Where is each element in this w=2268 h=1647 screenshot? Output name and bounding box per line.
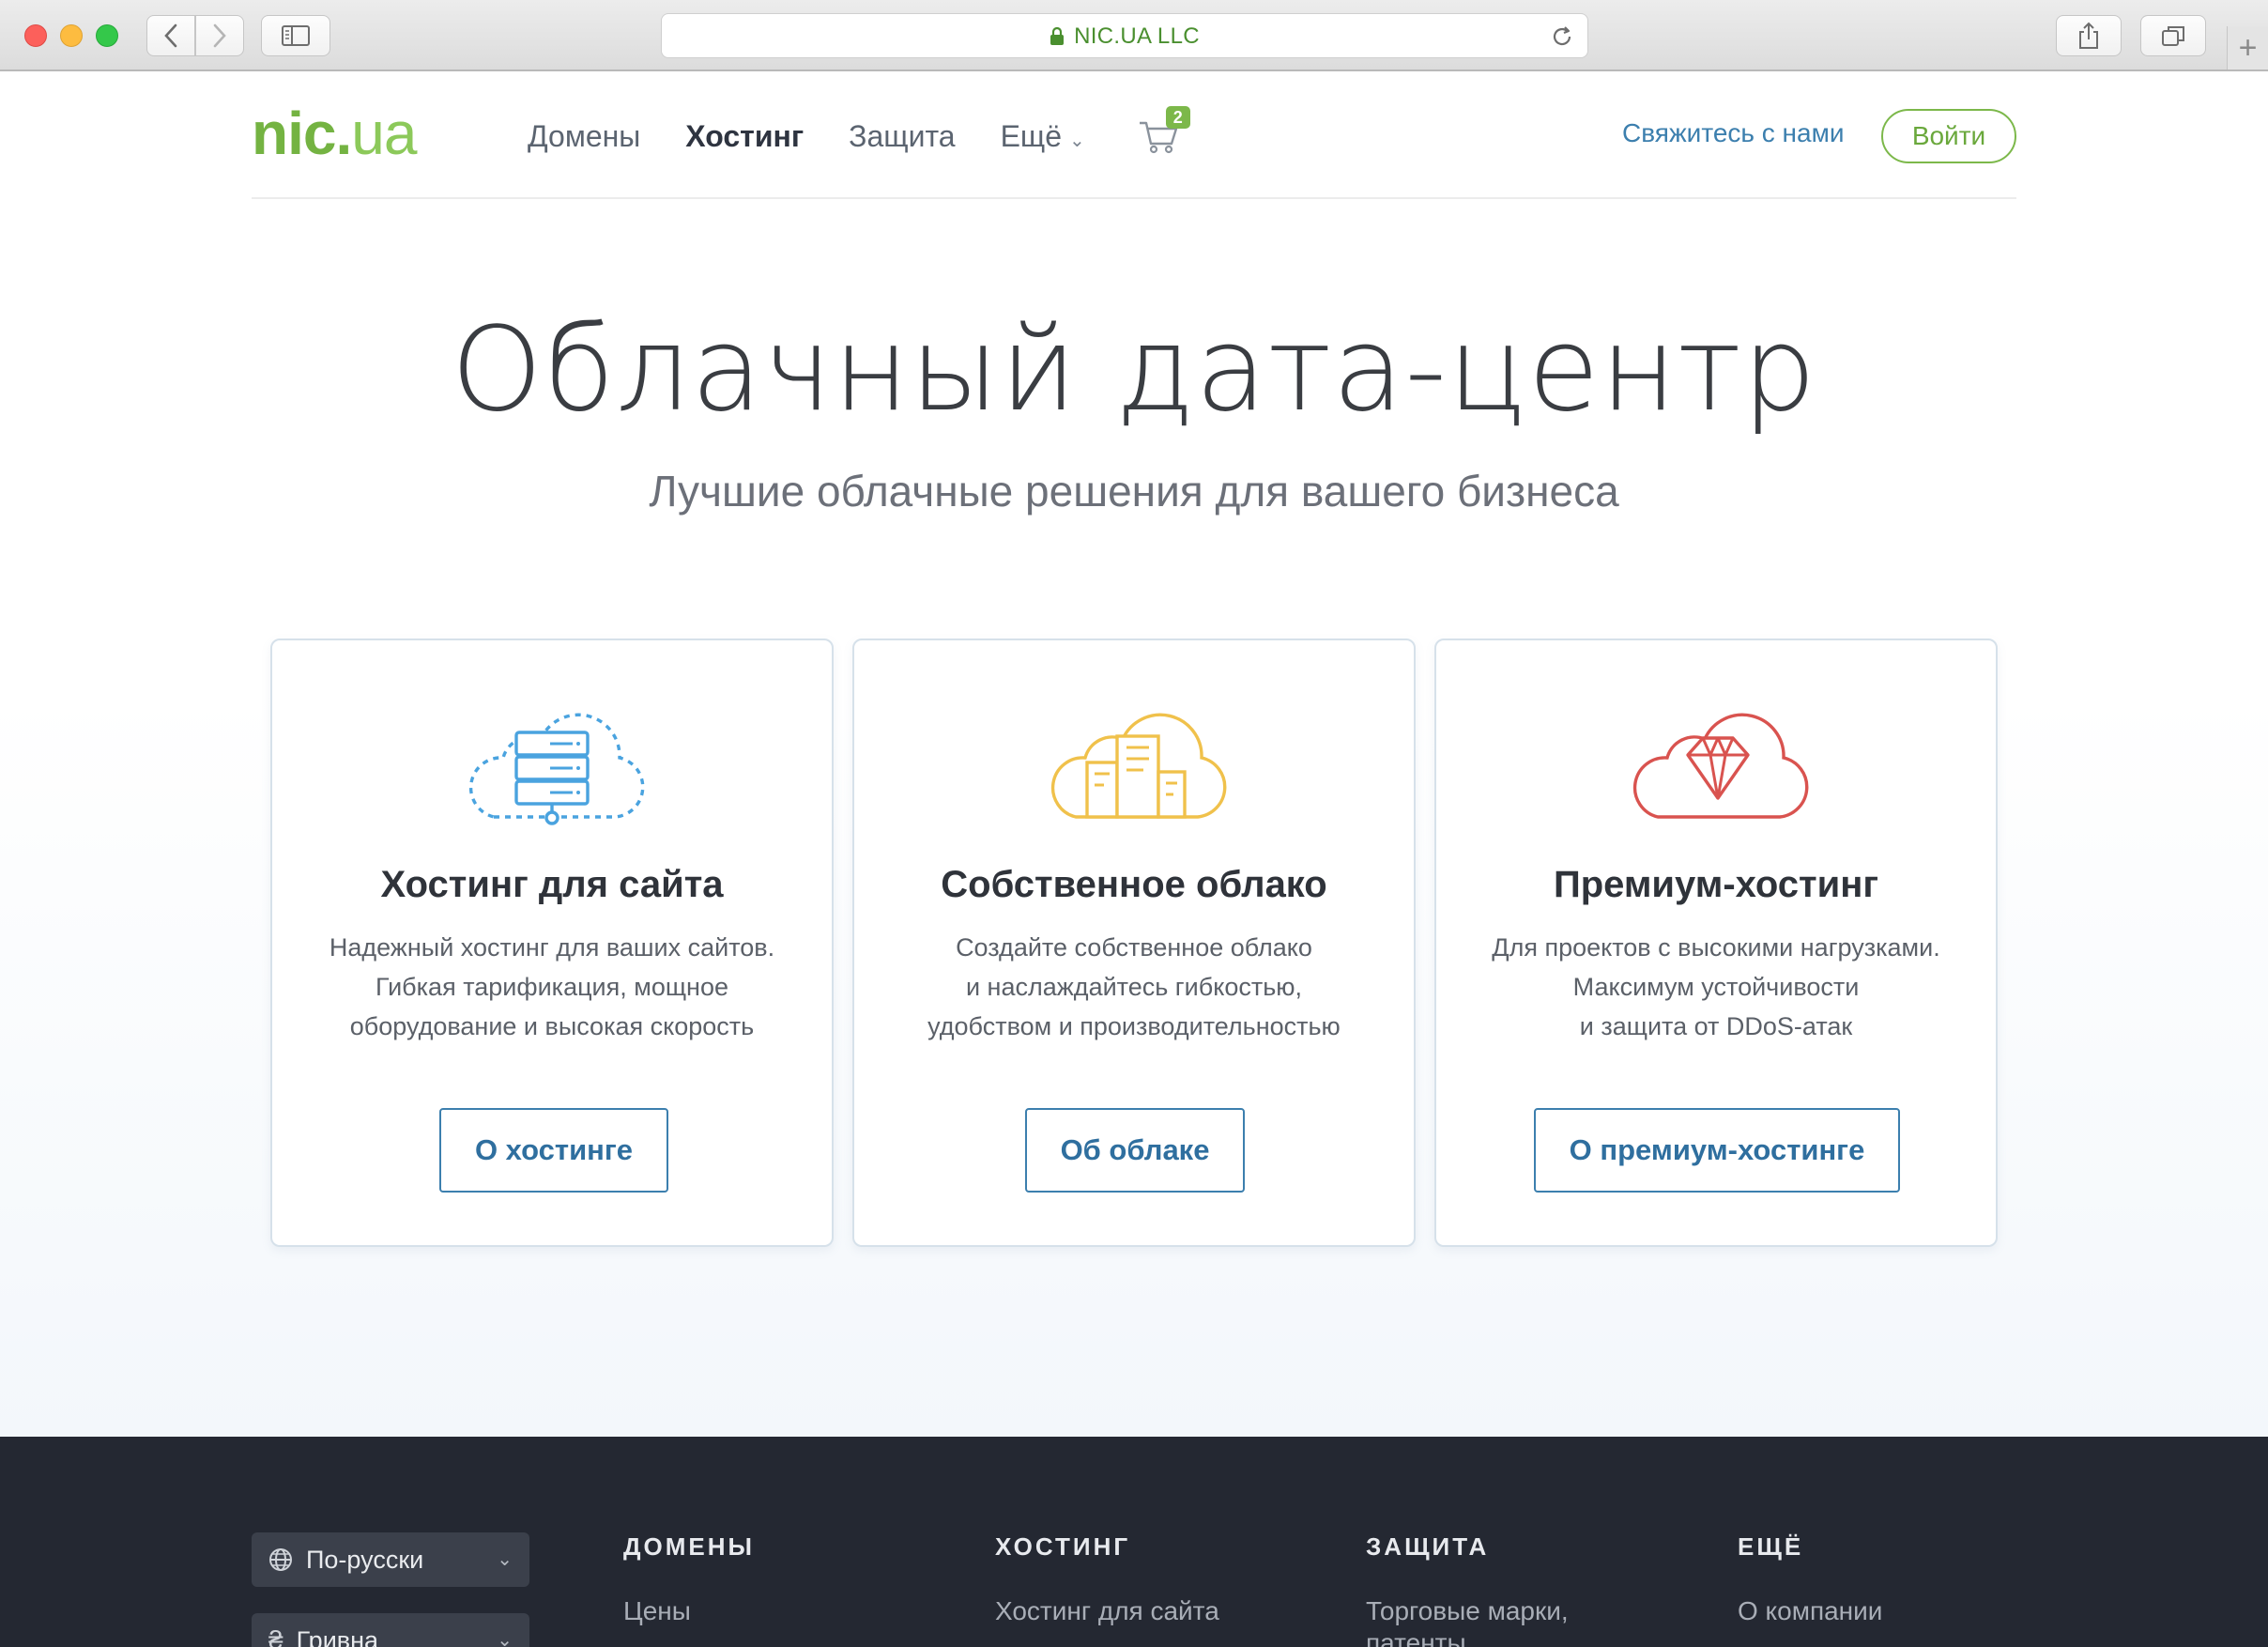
nav-more-label: Ещё: [1000, 118, 1063, 153]
logo-tld: ua: [351, 100, 417, 167]
about-premium-hosting-button[interactable]: О премиум-хостинге: [1534, 1108, 1900, 1193]
card-desc-line: удобством и производительностью: [927, 1012, 1341, 1040]
back-button[interactable]: [146, 15, 195, 56]
globe-icon: [268, 1547, 293, 1572]
hosting-card: Хостинг для сайта Надежный хостинг для в…: [270, 639, 834, 1247]
cloud-diamond-icon: [1632, 713, 1809, 819]
card-desc-line: Максимум устойчивости: [1572, 973, 1860, 1001]
about-hosting-button[interactable]: О хостинге: [439, 1108, 668, 1193]
card-description: Создайте собственное облако и наслаждайт…: [873, 928, 1395, 1046]
card-desc-line: Создайте собственное облако: [956, 933, 1312, 962]
footer-link[interactable]: О компании: [1738, 1595, 1882, 1627]
card-desc-line: Для проектов с высокими нагрузками.: [1492, 933, 1940, 962]
footer-link[interactable]: Цены: [623, 1595, 755, 1627]
chevron-right-icon: [213, 23, 226, 48]
chevron-down-icon: ⌄: [1069, 130, 1085, 151]
cloud-server-icon: [468, 713, 645, 825]
cart-button[interactable]: 2: [1138, 106, 1190, 155]
new-tab-button[interactable]: +: [2227, 26, 2268, 69]
card-desc-line: Надежный хостинг для ваших сайтов.: [329, 933, 775, 962]
footer-column-protection: ЗАЩИТА Торговые марки, патенты: [1366, 1532, 1591, 1647]
logo-dot: .: [335, 100, 352, 167]
reload-icon[interactable]: [1550, 24, 1574, 54]
address-text: NIC.UA LLC: [1074, 23, 1200, 49]
close-window-button[interactable]: [24, 24, 47, 47]
card-title: Хостинг для сайта: [380, 864, 724, 905]
card-desc-line: оборудование и высокая скорость: [349, 1012, 755, 1040]
footer-column-hosting: ХОСТИНГ Хостинг для сайта: [995, 1532, 1219, 1627]
site-logo[interactable]: nic.ua: [252, 103, 417, 163]
language-select[interactable]: По-русски ⌄: [252, 1532, 529, 1587]
browser-toolbar: NIC.UA LLC +: [0, 0, 2268, 71]
minimize-window-button[interactable]: [60, 24, 83, 47]
sidebar-toggle-button[interactable]: [261, 15, 330, 56]
nav-more[interactable]: Ещё ⌄: [1001, 119, 1085, 154]
logo-main: nic: [252, 100, 336, 167]
tabs-overview-button[interactable]: [2140, 15, 2206, 56]
lock-icon: [1050, 27, 1065, 46]
card-description: Для проектов с высокими нагрузками. Макс…: [1455, 928, 1977, 1046]
zoom-window-button[interactable]: [96, 24, 118, 47]
share-button[interactable]: [2056, 15, 2122, 56]
nav-domains[interactable]: Домены: [528, 119, 640, 154]
nav-protection[interactable]: Защита: [849, 119, 955, 154]
plus-icon: +: [2238, 29, 2258, 66]
chevron-left-icon: [164, 23, 177, 48]
sidebar-icon: [282, 25, 310, 46]
address-bar[interactable]: NIC.UA LLC: [661, 13, 1588, 58]
contact-link[interactable]: Свяжитесь с нами: [1622, 118, 1844, 148]
forward-button[interactable]: [195, 15, 244, 56]
main-nav: Домены Хостинг Защита Ещё ⌄ 2: [528, 73, 1190, 199]
page-title: Облачный дата-центр: [451, 302, 1817, 438]
page-subtitle: Лучшие облачные решения для вашего бизне…: [649, 467, 1619, 516]
card-title: Премиум-хостинг: [1553, 864, 1879, 905]
footer-link[interactable]: Торговые марки, патенты: [1366, 1595, 1591, 1647]
footer-link[interactable]: Хостинг для сайта: [995, 1595, 1219, 1627]
about-cloud-button[interactable]: Об облаке: [1025, 1108, 1245, 1193]
chevron-down-icon: ⌄: [497, 1549, 513, 1570]
private-cloud-card: Собственное облако Создайте собственное …: [852, 639, 1416, 1247]
language-value: По-русски: [306, 1545, 424, 1574]
premium-hosting-card: Премиум-хостинг Для проектов с высокими …: [1434, 639, 1998, 1247]
footer-heading: ЗАЩИТА: [1366, 1532, 1490, 1561]
nav-hosting[interactable]: Хостинг: [685, 119, 804, 154]
cart-count-badge: 2: [1165, 106, 1190, 129]
currency-value: Гривна: [296, 1625, 379, 1647]
footer-heading: ХОСТИНГ: [995, 1532, 1131, 1561]
footer-heading: ЕЩЁ: [1738, 1532, 1804, 1561]
footer-column-domains: ДОМЕНЫ Цены: [623, 1532, 755, 1627]
card-description: Надежный хостинг для ваших сайтов. Гибка…: [291, 928, 813, 1046]
share-icon: [2079, 22, 2098, 49]
login-button[interactable]: Войти: [1881, 109, 2016, 163]
tabs-icon: [2162, 26, 2184, 46]
footer-heading: ДОМЕНЫ: [623, 1532, 755, 1561]
footer-column-more: ЕЩЁ О компании: [1738, 1532, 1882, 1627]
chevron-down-icon: ⌄: [497, 1630, 513, 1647]
currency-select[interactable]: ₴ Гривна ⌄: [252, 1613, 529, 1647]
hryvnia-icon: ₴: [268, 1625, 284, 1647]
card-desc-line: и наслаждайтесь гибкостью,: [965, 973, 1303, 1001]
site-header: nic.ua Домены Хостинг Защита Ещё ⌄ 2 Свяж…: [252, 73, 2016, 199]
card-title: Собственное облако: [941, 864, 1327, 905]
card-desc-line: Гибкая тарификация, мощное: [375, 973, 728, 1001]
card-desc-line: и защита от DDoS-атак: [1579, 1012, 1853, 1040]
cloud-buildings-icon: [1050, 713, 1227, 819]
